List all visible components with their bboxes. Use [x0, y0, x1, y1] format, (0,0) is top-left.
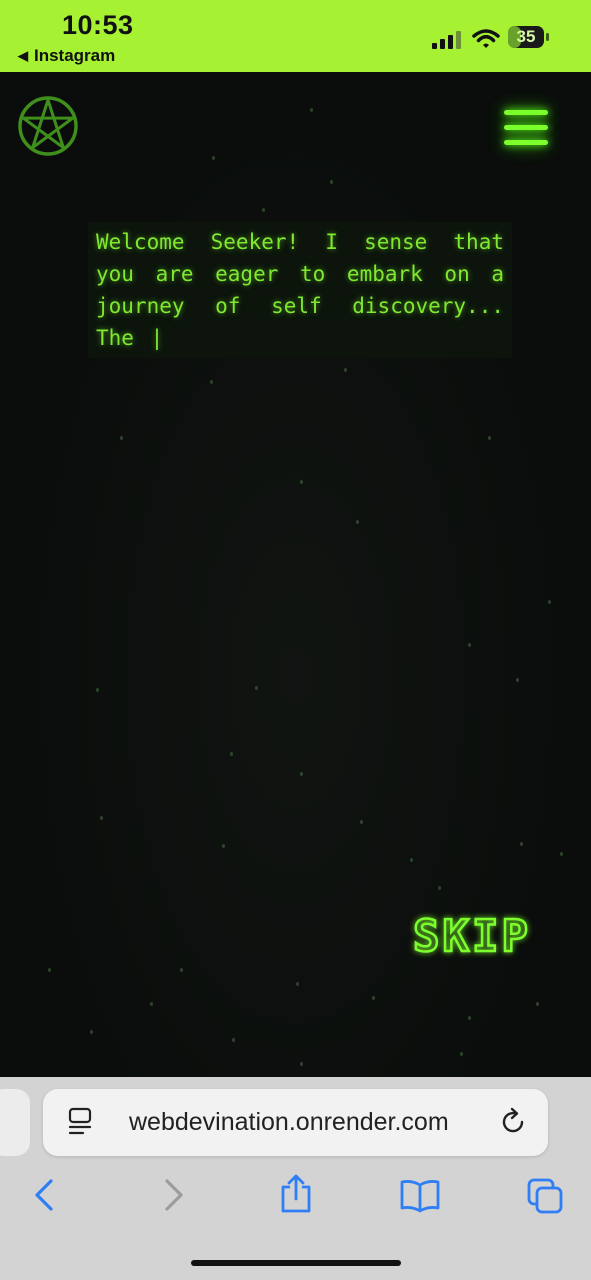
particle — [372, 996, 375, 1000]
particle — [468, 643, 471, 647]
battery-percent: 35 — [516, 27, 536, 46]
particle — [300, 772, 303, 776]
menu-line — [504, 125, 548, 130]
particle — [330, 180, 333, 184]
particle — [232, 1038, 235, 1042]
particle — [310, 108, 313, 112]
particle — [410, 858, 413, 862]
particle — [460, 1052, 463, 1056]
particle — [180, 968, 183, 972]
particle — [360, 820, 363, 824]
particle — [90, 1030, 93, 1034]
particle — [100, 816, 103, 820]
back-arrow-icon[interactable] — [30, 1177, 60, 1213]
particle — [120, 436, 123, 440]
battery-icon: 35 — [508, 26, 549, 48]
particle — [296, 982, 299, 986]
particle — [210, 380, 213, 384]
menu-line — [504, 110, 548, 115]
back-triangle-icon: ◀ — [18, 48, 28, 63]
particle — [150, 1002, 153, 1006]
bookmarks-icon[interactable] — [399, 1179, 441, 1213]
typing-cursor: | — [150, 326, 164, 350]
particle — [560, 852, 563, 856]
menu-line — [504, 140, 548, 145]
particle — [548, 600, 551, 604]
address-bar[interactable]: webdevination.onrender.com — [43, 1089, 548, 1156]
particle — [536, 1002, 539, 1006]
particle — [230, 752, 233, 756]
particle — [356, 520, 359, 524]
wifi-icon — [472, 29, 500, 48]
particle — [300, 1062, 303, 1066]
pentagram-icon[interactable] — [16, 94, 80, 158]
url-text: webdevination.onrender.com — [129, 1108, 449, 1136]
particle — [520, 842, 523, 846]
previous-tab-edge[interactable] — [0, 1089, 30, 1156]
back-app-label: Instagram — [34, 46, 116, 65]
web-page: Welcome Seeker! I sense that you are eag… — [0, 72, 591, 1077]
intro-typewriter-text: Welcome Seeker! I sense that you are eag… — [88, 222, 512, 358]
share-icon[interactable] — [278, 1173, 314, 1215]
particle — [300, 480, 303, 484]
particle — [48, 968, 51, 972]
home-indicator[interactable] — [191, 1260, 401, 1266]
browser-toolbar: webdevination.onrender.com — [0, 1077, 591, 1280]
skip-label: SKIP — [413, 911, 531, 962]
particle — [212, 156, 215, 160]
status-time: 10:53 — [62, 10, 134, 40]
page-settings-icon[interactable] — [67, 1107, 95, 1137]
particle — [344, 368, 347, 372]
hamburger-menu-icon[interactable] — [500, 106, 552, 150]
skip-label-graphic: SKIP — [412, 910, 531, 964]
reload-icon[interactable] — [499, 1107, 529, 1137]
tabs-icon[interactable] — [526, 1177, 564, 1215]
status-bar: 10:53 ◀ Instagram 35 — [0, 0, 591, 72]
cellular-signal-icon — [432, 31, 461, 49]
back-to-app-link[interactable]: ◀ Instagram — [18, 46, 115, 66]
particle — [255, 686, 258, 690]
battery-nub — [546, 33, 549, 41]
particle — [262, 208, 265, 212]
particle — [488, 436, 491, 440]
skip-button[interactable]: SKIP — [400, 907, 545, 967]
particle — [222, 844, 225, 848]
particle — [96, 688, 99, 692]
particle — [438, 886, 441, 890]
forward-arrow-icon[interactable] — [158, 1177, 188, 1213]
particle — [516, 678, 519, 682]
particle — [468, 1016, 471, 1020]
